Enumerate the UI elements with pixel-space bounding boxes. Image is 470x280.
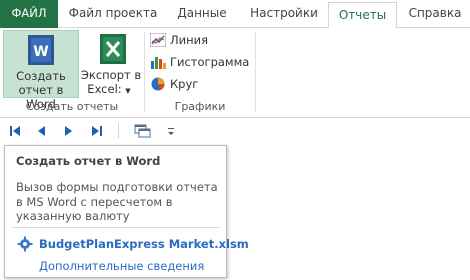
excel-button-label-1: Экспорт в	[80, 68, 142, 82]
tab-file[interactable]: ФАЙЛ	[0, 0, 58, 28]
excel-button-label-2: Excel:	[87, 82, 122, 96]
tooltip-divider	[13, 227, 220, 228]
tab-help[interactable]: Справка	[404, 0, 466, 28]
tooltip-description: Вызов формы подготовки отчета в MS Word …	[16, 180, 218, 223]
chart-line-label: Линия	[170, 33, 209, 47]
last-record-icon[interactable]	[90, 123, 104, 139]
line-chart-icon	[150, 33, 166, 47]
chevron-down-icon: ▼	[125, 87, 131, 95]
tab-settings[interactable]: Настройки	[244, 0, 324, 28]
chart-histogram-label: Гистограмма	[170, 55, 250, 69]
next-record-icon[interactable]	[62, 123, 76, 139]
chart-pie-label: Круг	[170, 77, 199, 91]
windows-stack-icon[interactable]	[134, 123, 152, 139]
tooltip-file-link[interactable]: BudgetPlanExpress Market.xlsm	[39, 237, 249, 251]
excel-button-label-row: Excel: ▼	[80, 82, 138, 98]
word-button-label-1: Создать	[16, 69, 66, 83]
navigation-toolbar	[0, 119, 470, 143]
word-icon: W	[28, 35, 54, 65]
tooltip: Создать отчет в Word Вызов формы подгото…	[4, 145, 249, 278]
bar-chart-icon	[151, 57, 166, 69]
group-separator	[255, 32, 256, 112]
ribbon-body: W Создать отчет в Word Экспорт в Excel: …	[0, 28, 470, 118]
tooltip-more-info-link[interactable]: Дополнительные сведения	[39, 259, 204, 273]
tab-data[interactable]: Данные	[170, 0, 234, 28]
tooltip-title: Создать отчет в Word	[16, 154, 161, 168]
first-record-icon[interactable]	[8, 123, 22, 139]
svg-text:W: W	[33, 44, 48, 60]
customize-dropdown-icon[interactable]	[166, 123, 176, 139]
tab-reports[interactable]: Отчеты	[328, 2, 397, 29]
gear-icon	[17, 236, 33, 252]
excel-icon	[100, 34, 126, 64]
ribbon-tabs: ФАЙЛ Файл проекта Данные Настройки Отчет…	[0, 0, 470, 29]
group-label-create-reports: Создать отчеты	[25, 100, 119, 113]
export-excel-button[interactable]: Экспорт в Excel: ▼	[80, 30, 142, 98]
previous-record-icon[interactable]	[34, 123, 48, 139]
tab-project-file[interactable]: Файл проекта	[64, 0, 162, 28]
create-word-report-button[interactable]: W Создать отчет в Word	[3, 30, 79, 111]
group-label-charts: Графики	[174, 100, 226, 113]
toolbar-separator	[118, 123, 119, 139]
pie-chart-icon	[151, 77, 165, 91]
